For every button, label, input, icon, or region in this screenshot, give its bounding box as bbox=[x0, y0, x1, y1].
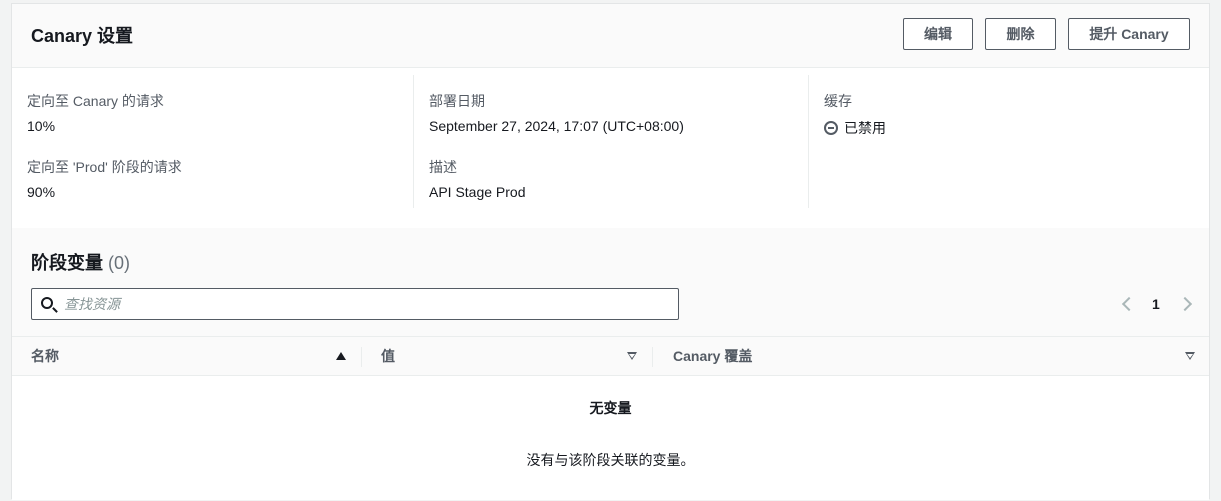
deploy-date-field: 部署日期 September 27, 2024, 17:07 (UTC+08:0… bbox=[429, 91, 684, 134]
panel-title: Canary 设置 bbox=[31, 26, 134, 46]
stage-variables-title: 阶段变量 (0) bbox=[31, 249, 130, 275]
current-page[interactable]: 1 bbox=[1152, 296, 1160, 312]
details-column-cache: 缓存 已禁用 bbox=[808, 75, 1211, 208]
description-field: 描述 API Stage Prod bbox=[429, 157, 526, 200]
promote-canary-button[interactable]: 提升 Canary bbox=[1068, 18, 1190, 50]
description-label: 描述 bbox=[429, 159, 457, 175]
cache-label: 缓存 bbox=[824, 93, 852, 109]
deploy-date-label: 部署日期 bbox=[429, 93, 485, 109]
stage-variables-title-text: 阶段变量 bbox=[31, 253, 103, 273]
prod-requests-label: 定向至 'Prod' 阶段的请求 bbox=[27, 159, 182, 175]
description-value: API Stage Prod bbox=[429, 184, 526, 200]
search-input[interactable] bbox=[64, 289, 664, 319]
delete-button[interactable]: 删除 bbox=[985, 18, 1056, 50]
sort-descending-icon[interactable] bbox=[627, 352, 637, 360]
column-header-canary-override[interactable]: Canary 覆盖 bbox=[673, 337, 1191, 375]
search-icon bbox=[41, 297, 53, 309]
chevron-right-icon[interactable] bbox=[1177, 296, 1192, 312]
stage-variables-section: 阶段变量 (0) 1 名称 值 Canary 覆盖 无变量 没有与该阶段关联的变… bbox=[12, 228, 1209, 500]
column-divider[interactable] bbox=[361, 347, 362, 367]
panel-header: Canary 设置 编辑 删除 提升 Canary bbox=[12, 4, 1209, 68]
pagination: 1 bbox=[1112, 294, 1202, 314]
search-field[interactable] bbox=[31, 288, 679, 320]
deploy-date-value: September 27, 2024, 17:07 (UTC+08:00) bbox=[429, 118, 684, 134]
details-column-requests: 定向至 Canary 的请求 10% 定向至 'Prod' 阶段的请求 90% bbox=[12, 75, 413, 208]
sort-descending-icon[interactable] bbox=[1185, 352, 1195, 360]
cache-value: 已禁用 bbox=[844, 120, 886, 136]
cache-field: 缓存 已禁用 bbox=[824, 91, 886, 138]
empty-state-title: 无变量 bbox=[589, 400, 632, 416]
cache-status: 已禁用 bbox=[824, 118, 886, 138]
canary-details: 定向至 Canary 的请求 10% 定向至 'Prod' 阶段的请求 90% … bbox=[12, 69, 1209, 227]
canary-requests-value: 10% bbox=[27, 118, 56, 134]
canary-settings-panel: Canary 设置 编辑 删除 提升 Canary 定向至 Canary 的请求… bbox=[11, 3, 1210, 500]
empty-state-description: 没有与该阶段关联的变量。 bbox=[526, 452, 695, 468]
canary-requests-label: 定向至 Canary 的请求 bbox=[27, 93, 164, 109]
column-header-value[interactable]: 值 bbox=[381, 337, 651, 375]
disabled-icon bbox=[824, 121, 838, 135]
column-header-name[interactable]: 名称 bbox=[31, 337, 351, 375]
stage-variables-count: (0) bbox=[108, 253, 131, 273]
prod-requests-field: 定向至 'Prod' 阶段的请求 90% bbox=[27, 157, 182, 200]
prod-requests-value: 90% bbox=[27, 184, 56, 200]
details-column-deploy: 部署日期 September 27, 2024, 17:07 (UTC+08:0… bbox=[413, 75, 808, 208]
sort-ascending-icon[interactable] bbox=[336, 352, 346, 360]
column-divider[interactable] bbox=[652, 347, 653, 367]
table-header: 名称 值 Canary 覆盖 bbox=[12, 336, 1209, 376]
edit-button[interactable]: 编辑 bbox=[903, 18, 973, 50]
canary-requests-field: 定向至 Canary 的请求 10% bbox=[27, 91, 164, 134]
chevron-left-icon[interactable] bbox=[1121, 296, 1137, 312]
